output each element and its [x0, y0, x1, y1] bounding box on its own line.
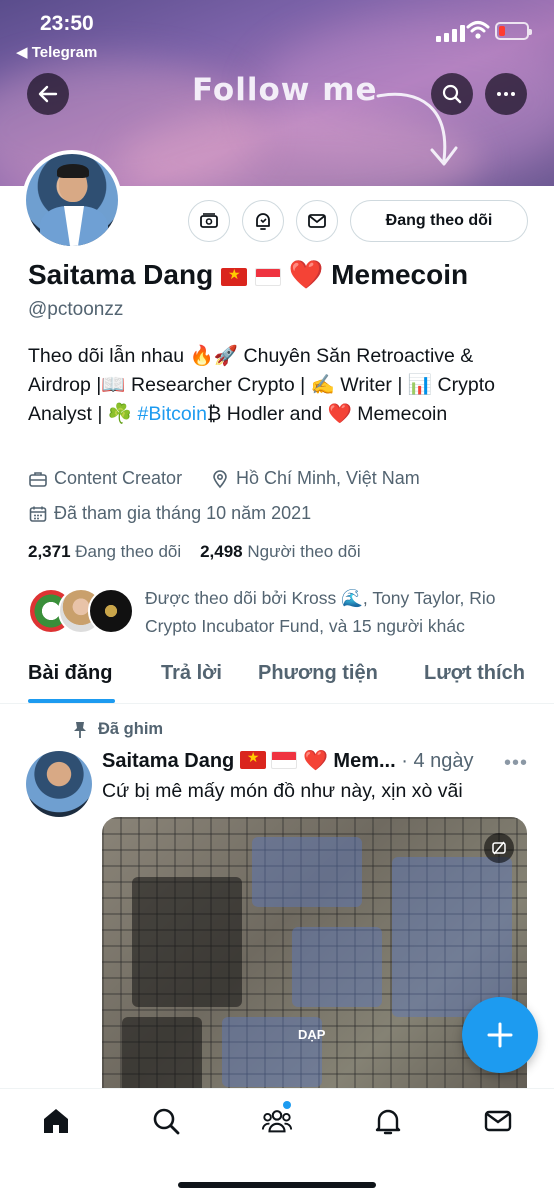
- home-indicator: [178, 1182, 376, 1188]
- notification-bell-icon: [375, 1109, 401, 1135]
- tab-home[interactable]: [40, 1105, 72, 1137]
- more-icon: [497, 92, 515, 96]
- singapore-flag-icon: [271, 751, 298, 769]
- message-button[interactable]: [296, 200, 338, 242]
- joined-text: Đã tham gia tháng 10 năm 2021: [54, 503, 312, 523]
- post-header: Saitama Dang ❤️ Mem... · 4 ngày: [102, 748, 474, 773]
- vietnam-flag-icon: [239, 749, 266, 769]
- category-text: Content Creator: [54, 468, 183, 488]
- bio-hashtag[interactable]: #Bitcoin: [138, 403, 207, 425]
- search-button[interactable]: [431, 73, 473, 115]
- profile-stats: 2,371 Đang theo dõi 2,498 Người theo dõi: [28, 542, 361, 562]
- tab-communities[interactable]: [261, 1101, 293, 1137]
- avatar: [88, 588, 134, 634]
- tab-posts[interactable]: Bài đăng: [28, 662, 112, 685]
- following-label: Đang theo dõi: [75, 542, 182, 561]
- status-bar: 23:50 ◀ Telegram: [0, 0, 554, 70]
- profile-tabs: Bài đăng Trả lời Phương tiện Lượt thích: [0, 650, 554, 704]
- mail-icon: [308, 214, 326, 228]
- profile-handle: @pctoonzz: [28, 299, 124, 320]
- tip-jar-icon: [200, 213, 218, 228]
- tab-explore[interactable]: [150, 1105, 182, 1137]
- profile-category: Content Creator: [28, 468, 182, 489]
- profile-joined: Đã tham gia tháng 10 năm 2021: [28, 503, 311, 524]
- location-text: Hồ Chí Minh, Việt Nam: [236, 468, 420, 488]
- profile-name-text: Saitama Dang: [28, 259, 214, 290]
- bio-text-2: ₿ Hodler and ❤️ Memecoin: [206, 403, 448, 425]
- profile-location: Hồ Chí Minh, Việt Nam: [210, 468, 420, 489]
- media-caption: DẠP: [298, 1027, 326, 1042]
- banner-text: Follow me: [192, 72, 378, 108]
- profile-avatar[interactable]: [22, 150, 122, 250]
- explore-icon: [153, 1108, 180, 1135]
- home-icon: [44, 1109, 68, 1133]
- compose-button[interactable]: [462, 997, 538, 1073]
- heart-icon: ❤️: [302, 750, 328, 772]
- profile-bio: Theo dõi lẫn nhau 🔥🚀 Chuyên Săn Retroact…: [28, 342, 528, 429]
- heart-icon: ❤️: [288, 259, 324, 290]
- compose-plus-icon: [487, 1022, 513, 1048]
- tab-messages[interactable]: [482, 1105, 514, 1137]
- tab-replies[interactable]: Trả lời: [161, 662, 222, 685]
- profile-name-suffix: Memecoin: [331, 259, 469, 290]
- back-to-telegram[interactable]: ◀ Telegram: [16, 43, 97, 61]
- battery-icon: [495, 22, 532, 40]
- gif-icon: [492, 841, 506, 855]
- post-time[interactable]: · 4 ngày: [401, 750, 473, 772]
- mail-tab-icon: [484, 1110, 512, 1132]
- followed-by-text[interactable]: Được theo dõi bởi Kross 🌊, Tony Taylor, …: [145, 584, 535, 640]
- post-text: Cứ bị mê mấy món đồ như này, xịn xò vãi: [102, 780, 463, 802]
- pin-icon: [74, 721, 86, 738]
- calendar-icon: [29, 506, 47, 522]
- followers-label: Người theo dõi: [247, 542, 361, 561]
- active-tab-indicator: [28, 699, 115, 703]
- pinned-text: Đã ghim: [98, 720, 164, 738]
- back-button[interactable]: [27, 73, 69, 115]
- location-pin-icon: [213, 469, 227, 488]
- tab-notifications[interactable]: [372, 1105, 404, 1137]
- pinned-label: Đã ghim: [72, 720, 163, 739]
- post-more-icon[interactable]: •••: [504, 752, 528, 775]
- communities-icon: [261, 1110, 293, 1133]
- vietnam-flag-icon: [220, 266, 247, 286]
- notification-bell-icon: [256, 213, 270, 230]
- briefcase-icon: [29, 471, 47, 487]
- search-icon: [442, 84, 462, 104]
- communities-dot: [283, 1101, 291, 1109]
- following-count: 2,371: [28, 542, 71, 561]
- tab-media[interactable]: Phương tiện: [258, 662, 378, 685]
- notifications-button[interactable]: [242, 200, 284, 242]
- tab-likes[interactable]: Lượt thích: [424, 662, 525, 685]
- post-author-name[interactable]: Saitama Dang: [102, 750, 234, 772]
- following-stat[interactable]: 2,371 Đang theo dõi: [28, 542, 181, 561]
- following-button[interactable]: Đang theo dõi: [350, 200, 528, 242]
- profile-name: Saitama Dang ❤️ Memecoin: [28, 258, 468, 291]
- tip-button[interactable]: [188, 200, 230, 242]
- back-arrow-icon: [38, 85, 58, 103]
- followers-stat[interactable]: 2,498 Người theo dõi: [200, 542, 361, 561]
- post-author-avatar[interactable]: [26, 751, 92, 817]
- post-media[interactable]: DẠP: [102, 817, 527, 1107]
- media-sensitive-icon[interactable]: [484, 833, 514, 863]
- signal-icon: [436, 24, 465, 42]
- wifi-icon: [466, 21, 490, 39]
- more-button[interactable]: [485, 73, 527, 115]
- followers-you-know-avatars[interactable]: [28, 588, 138, 636]
- status-time: 23:50: [40, 12, 94, 35]
- followers-count: 2,498: [200, 542, 243, 561]
- singapore-flag-icon: [254, 268, 281, 286]
- post-author-suffix: Mem...: [333, 750, 396, 772]
